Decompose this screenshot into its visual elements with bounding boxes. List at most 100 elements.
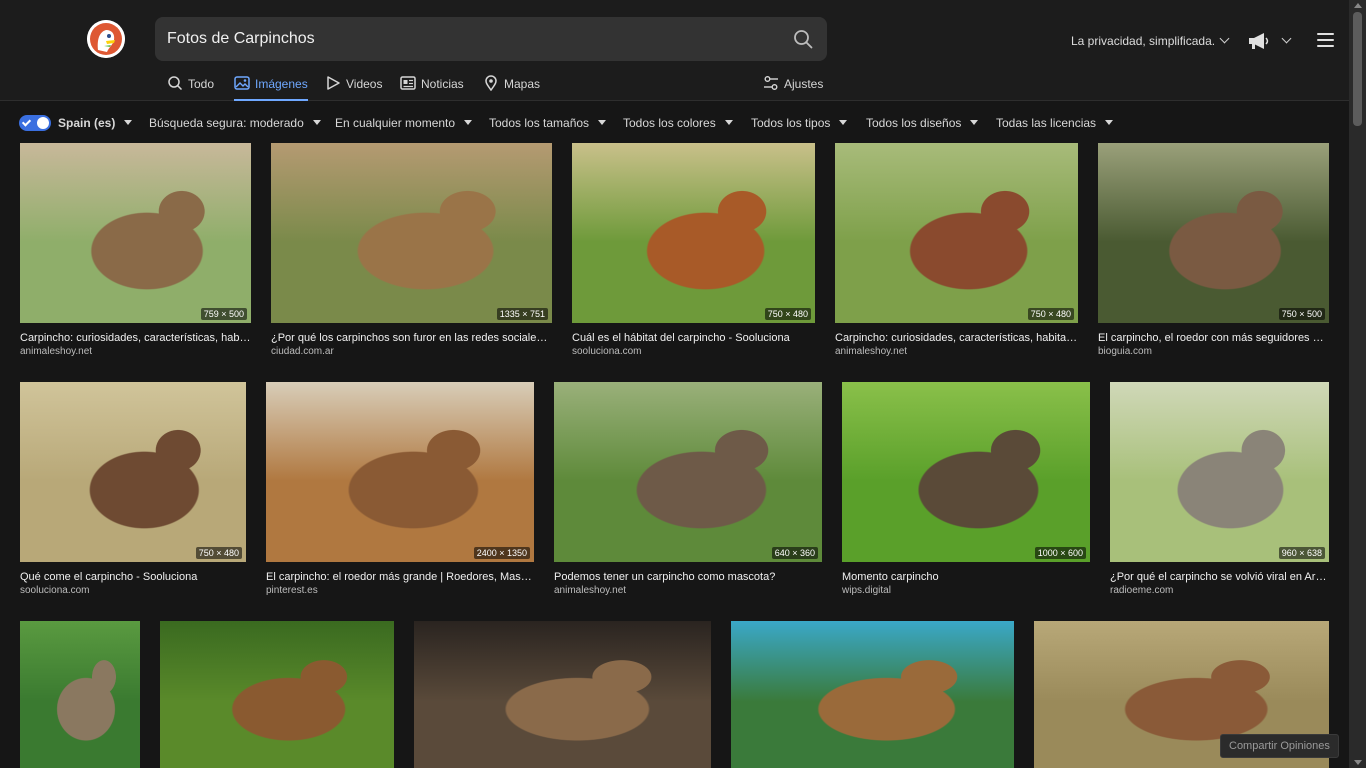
megaphone-dropdown[interactable]	[1247, 32, 1292, 50]
tab-label: Videos	[346, 77, 383, 91]
image-thumbnail[interactable]: 750 × 500	[1098, 143, 1329, 323]
scroll-up-arrow-icon[interactable]	[1354, 3, 1362, 8]
size-filter[interactable]: Todos los tamaños	[489, 116, 607, 130]
result-source[interactable]: bioguia.com	[1098, 346, 1329, 357]
page-scrollbar[interactable]	[1349, 0, 1366, 768]
result-title[interactable]: Momento carpincho	[842, 571, 1090, 583]
result-title[interactable]: ¿Por qué el carpincho se volvió viral en…	[1110, 571, 1329, 583]
tab-label: Mapas	[504, 77, 541, 91]
safe-search-filter[interactable]: Búsqueda segura: moderado	[149, 116, 321, 130]
map-pin-icon	[485, 75, 497, 91]
tab-imagenes[interactable]: Imágenes	[234, 75, 308, 101]
result-title[interactable]: Qué come el carpincho - Sooluciona	[20, 571, 246, 583]
header-bar: La privacidad, simplificada. Todo Imágen…	[0, 0, 1349, 101]
result-source[interactable]: wips.digital	[842, 585, 1090, 596]
size-label: Todos los tamaños	[489, 116, 590, 130]
image-dimensions: 750 × 480	[1027, 308, 1074, 320]
play-icon	[327, 76, 340, 90]
scroll-down-arrow-icon[interactable]	[1354, 760, 1362, 765]
image-result[interactable]	[731, 621, 1014, 768]
image-result[interactable]: 750 × 480 Qué come el carpincho - Sooluci…	[20, 382, 246, 612]
layout-label: Todos los diseños	[866, 116, 962, 130]
image-thumbnail[interactable]: 960 × 638	[1110, 382, 1329, 562]
image-result[interactable]: 1335 × 751 ¿Por qué los carpinchos son fu…	[271, 143, 552, 373]
caret-down-icon	[312, 120, 321, 125]
region-filter[interactable]: Spain (es)	[58, 116, 133, 130]
result-source[interactable]: animaleshoy.net	[20, 346, 251, 357]
menu-hamburger-icon[interactable]	[1317, 33, 1334, 47]
type-filter[interactable]: Todos los tipos	[751, 116, 848, 130]
result-title[interactable]: Carpincho: curiosidades, características…	[20, 332, 251, 344]
caret-down-icon	[124, 120, 133, 125]
caret-down-icon	[970, 120, 979, 125]
layout-filter[interactable]: Todos los diseños	[866, 116, 979, 130]
search-input[interactable]	[167, 17, 767, 61]
result-source[interactable]: sooluciona.com	[572, 346, 815, 357]
image-thumbnail[interactable]: 2400 × 1350	[266, 382, 534, 562]
image-thumbnail[interactable]: 759 × 500	[20, 143, 251, 323]
tab-label: Imágenes	[255, 77, 308, 91]
image-thumbnail[interactable]	[414, 621, 711, 768]
tab-noticias[interactable]: Noticias	[400, 75, 464, 101]
image-dimensions: 750 × 480	[195, 547, 242, 559]
image-result[interactable]: 750 × 480 Cuál es el hábitat del carpinch…	[572, 143, 815, 373]
image-result[interactable]: 759 × 500 Carpincho: curiosidades, caract…	[20, 143, 251, 373]
image-result[interactable]: 640 × 360 Podemos tener un carpincho como…	[554, 382, 822, 612]
settings-button[interactable]: Ajustes	[763, 75, 823, 101]
image-thumbnail[interactable]: 640 × 360	[554, 382, 822, 562]
image-result[interactable]	[414, 621, 711, 768]
tab-label: Todo	[188, 77, 215, 91]
image-dimensions: 2400 × 1350	[473, 547, 530, 559]
result-title[interactable]: Carpincho: curiosidades, características…	[835, 332, 1078, 344]
result-source[interactable]: radioeme.com	[1110, 585, 1329, 596]
caret-down-icon	[464, 120, 473, 125]
result-title[interactable]: El carpincho, el roedor con más seguidor…	[1098, 332, 1329, 344]
license-filter[interactable]: Todas las licencias	[996, 116, 1114, 130]
result-title[interactable]: ¿Por qué los carpinchos son furor en las…	[271, 332, 552, 344]
chevron-down-icon	[1281, 33, 1292, 44]
megaphone-icon	[1249, 33, 1269, 49]
result-source[interactable]: pinterest.es	[266, 585, 534, 596]
result-source[interactable]: sooluciona.com	[20, 585, 246, 596]
image-thumbnail[interactable]	[160, 621, 394, 768]
search-icon	[168, 76, 183, 91]
scrollbar-thumb[interactable]	[1353, 12, 1362, 126]
image-thumbnail[interactable]: 1335 × 751	[271, 143, 552, 323]
privacy-dropdown[interactable]: La privacidad, simplificada.	[1071, 33, 1230, 48]
image-result[interactable]: 960 × 638 ¿Por qué el carpincho se volvió…	[1110, 382, 1329, 612]
type-label: Todos los tipos	[751, 116, 831, 130]
image-result[interactable]: 2400 × 1350 El carpincho: el roedor más g…	[266, 382, 534, 612]
region-label: Spain (es)	[58, 116, 116, 130]
region-toggle[interactable]	[19, 115, 51, 131]
image-result[interactable]: 750 × 480 Carpincho: curiosidades, caract…	[835, 143, 1078, 373]
tab-mapas[interactable]: Mapas	[483, 75, 540, 101]
search-box[interactable]	[155, 17, 827, 61]
sliders-icon	[764, 76, 778, 90]
image-thumbnail[interactable]: 750 × 480	[20, 382, 246, 562]
image-result[interactable]: 1000 × 600 Momento carpincho wips.digital	[842, 382, 1090, 612]
image-result[interactable]	[20, 621, 140, 768]
result-title[interactable]: El carpincho: el roedor más grande | Roe…	[266, 571, 534, 583]
settings-label: Ajustes	[784, 77, 824, 91]
result-source[interactable]: animaleshoy.net	[835, 346, 1078, 357]
image-thumbnail[interactable]	[20, 621, 140, 768]
image-result[interactable]: 750 × 500 El carpincho, el roedor con más…	[1098, 143, 1329, 373]
duckduckgo-logo[interactable]	[87, 20, 125, 58]
tab-videos[interactable]: Videos	[325, 75, 382, 101]
result-source[interactable]: ciudad.com.ar	[271, 346, 552, 357]
color-filter[interactable]: Todos los colores	[623, 116, 733, 130]
image-thumbnail[interactable]: 1000 × 600	[842, 382, 1090, 562]
tab-todo[interactable]: Todo	[167, 75, 214, 101]
news-icon	[400, 76, 416, 90]
time-filter[interactable]: En cualquier momento	[335, 116, 473, 130]
result-title[interactable]: Cuál es el hábitat del carpincho - Soolu…	[572, 332, 815, 344]
image-result[interactable]	[160, 621, 394, 768]
result-title[interactable]: Podemos tener un carpincho como mascota?	[554, 571, 822, 583]
image-thumbnail[interactable]	[731, 621, 1014, 768]
image-thumbnail[interactable]: 750 × 480	[572, 143, 815, 323]
feedback-button[interactable]: Compartir Opiniones	[1220, 734, 1339, 758]
image-thumbnail[interactable]: 750 × 480	[835, 143, 1078, 323]
chevron-down-icon	[1219, 33, 1230, 44]
result-source[interactable]: animaleshoy.net	[554, 585, 822, 596]
search-icon[interactable]	[793, 29, 813, 49]
